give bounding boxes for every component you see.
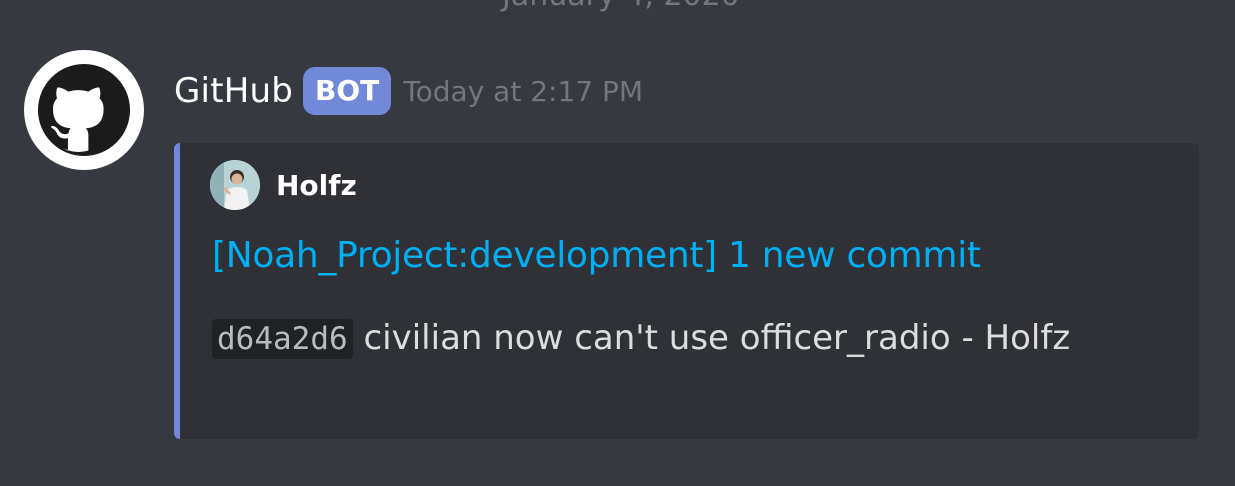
commit-message: civilian now can't use officer_radio - H…	[352, 318, 1071, 358]
commit-hash-link[interactable]: d64a2d6	[212, 319, 353, 359]
github-icon	[38, 64, 130, 156]
message-header: GitHub BOT Today at 2:17 PM	[174, 64, 643, 118]
date-divider: January 4, 2020	[0, 0, 1235, 22]
embed-author: Holfz	[210, 159, 357, 211]
user-avatar-icon	[210, 160, 260, 210]
date-divider-label: January 4, 2020	[496, 0, 746, 13]
bot-tag: BOT	[303, 67, 392, 115]
github-avatar[interactable]	[24, 50, 144, 170]
github-embed: Holfz [Noah_Project:development] 1 new c…	[174, 143, 1199, 439]
embed-description: d64a2d6 civilian now can't use officer_r…	[212, 311, 1172, 366]
message-timestamp[interactable]: Today at 2:17 PM	[403, 75, 643, 108]
embed-author-name[interactable]: Holfz	[276, 169, 357, 202]
embed-title-link[interactable]: [Noah_Project:development] 1 new commit	[212, 235, 981, 276]
username[interactable]: GitHub	[174, 71, 293, 111]
